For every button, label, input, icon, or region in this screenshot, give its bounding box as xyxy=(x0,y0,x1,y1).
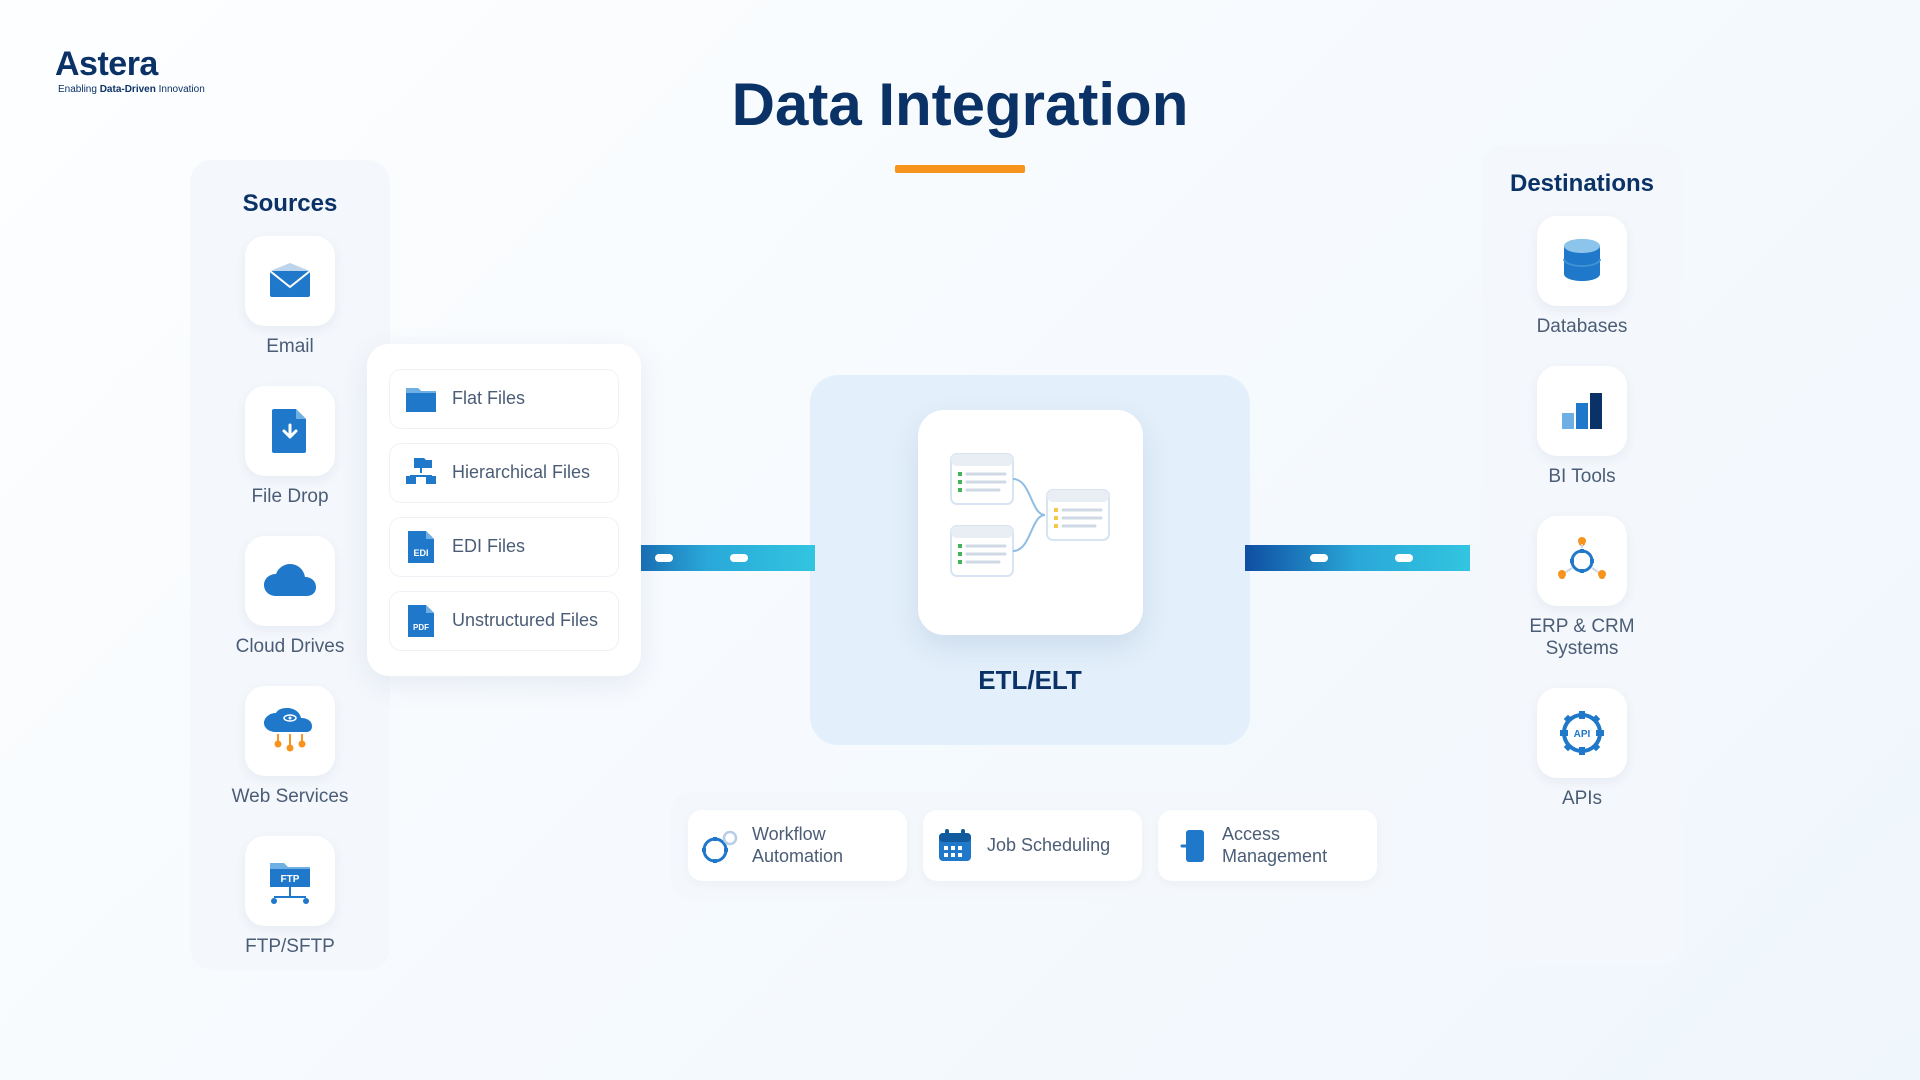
file-type-item: Hierarchical Files xyxy=(389,443,619,503)
feature-card: Workflow Automation xyxy=(688,810,907,881)
erp-crm-icon xyxy=(1554,536,1610,586)
source-label: File Drop xyxy=(210,486,370,508)
workflow-automation-icon xyxy=(700,826,740,866)
etl-card xyxy=(918,410,1143,635)
brand-logo: Astera xyxy=(55,45,158,84)
unstructured-files-icon: PDF xyxy=(404,604,438,638)
source-tile xyxy=(245,536,335,626)
job-scheduling-icon xyxy=(935,826,975,866)
svg-text:EDI: EDI xyxy=(413,548,428,558)
svg-text:FTP: FTP xyxy=(281,874,300,885)
bi-tools-icon xyxy=(1558,389,1606,433)
destination-tile xyxy=(1537,366,1627,456)
sources-panel: Sources Email File Drop Cloud Drives xyxy=(190,160,390,970)
file-drop-icon xyxy=(270,407,310,455)
file-type-label: Unstructured Files xyxy=(452,610,598,632)
file-type-label: EDI Files xyxy=(452,536,525,558)
destination-label: ERP & CRM Systems xyxy=(1502,616,1662,660)
hierarchical-files-icon xyxy=(404,456,438,490)
destinations-heading: Destinations xyxy=(1502,170,1662,198)
etl-diagram-icon xyxy=(945,448,1115,598)
source-tile xyxy=(245,386,335,476)
source-tile xyxy=(245,236,335,326)
access-management-icon xyxy=(1170,826,1210,866)
file-type-item: Flat Files xyxy=(389,369,619,429)
file-type-label: Flat Files xyxy=(452,388,525,410)
email-icon xyxy=(266,261,314,301)
source-label: FTP/SFTP xyxy=(210,936,370,958)
flow-connector-right xyxy=(1245,545,1470,571)
file-type-item: PDF Unstructured Files xyxy=(389,591,619,651)
destination-label: APIs xyxy=(1502,788,1662,810)
svg-text:API: API xyxy=(1574,729,1591,740)
file-type-label: Hierarchical Files xyxy=(452,462,590,484)
destination-label: BI Tools xyxy=(1502,466,1662,488)
destinations-panel: Destinations Databases BI Tools xyxy=(1482,145,1682,965)
destination-tile: API xyxy=(1537,688,1627,778)
etl-label: ETL/ELT xyxy=(978,665,1082,696)
web-services-icon xyxy=(262,708,318,754)
destination-tile xyxy=(1537,216,1627,306)
svg-text:PDF: PDF xyxy=(413,623,429,632)
destination-tile xyxy=(1537,516,1627,606)
brand-name: Astera xyxy=(55,45,158,83)
features-row: Workflow Automation Job Scheduling Acces… xyxy=(670,792,1395,899)
flat-files-icon xyxy=(404,382,438,416)
edi-files-icon: EDI xyxy=(404,530,438,564)
source-label: Email xyxy=(210,336,370,358)
page-title: Data Integration xyxy=(732,70,1189,139)
source-label: Cloud Drives xyxy=(210,636,370,658)
destination-label: Databases xyxy=(1502,316,1662,338)
feature-card: Job Scheduling xyxy=(923,810,1142,881)
cloud-icon xyxy=(262,562,318,600)
feature-label: Job Scheduling xyxy=(987,835,1110,857)
brand-tagline: Enabling Data-Driven Innovation xyxy=(58,84,205,95)
source-tile xyxy=(245,686,335,776)
etl-stage: ETL/ELT xyxy=(810,375,1250,745)
api-icon: API xyxy=(1557,708,1607,758)
sources-heading: Sources xyxy=(210,190,370,218)
feature-label: Access Management xyxy=(1222,824,1361,867)
database-icon xyxy=(1560,237,1604,285)
feature-label: Workflow Automation xyxy=(752,824,891,867)
file-type-item: EDI EDI Files xyxy=(389,517,619,577)
ftp-icon: FTP xyxy=(264,857,316,905)
file-types-popover: Flat Files Hierarchical Files EDI EDI Fi… xyxy=(367,344,641,676)
source-tile: FTP xyxy=(245,836,335,926)
feature-card: Access Management xyxy=(1158,810,1377,881)
source-label: Web Services xyxy=(210,786,370,808)
title-underline xyxy=(895,165,1025,173)
